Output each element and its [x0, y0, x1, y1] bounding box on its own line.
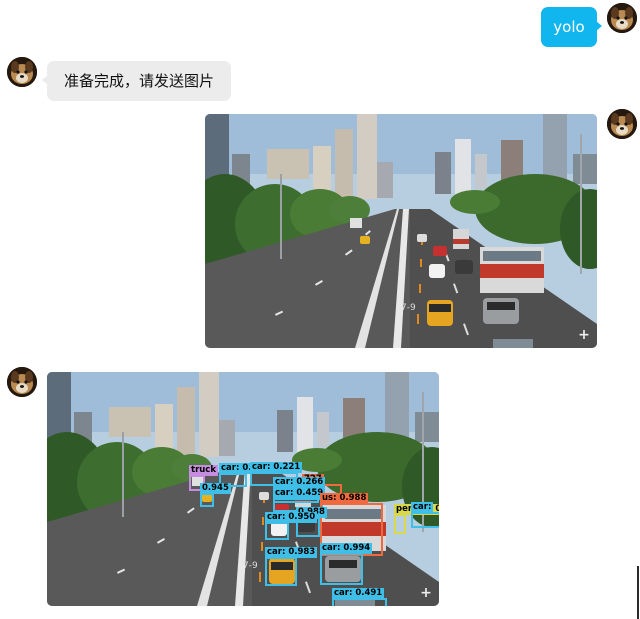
dog-avatar-icon — [607, 3, 637, 33]
detection-box: car: 0.950 — [265, 512, 318, 540]
dog-avatar-icon — [7, 367, 37, 397]
detection-box: 0.945 — [200, 483, 231, 507]
detection-label: car: 0.266 — [273, 477, 326, 488]
detection-label: car: 0.994 — [320, 543, 373, 554]
detection-label: car: 0.950 — [265, 512, 318, 523]
detection-box: car: 0.983 — [265, 547, 318, 586]
sent-image[interactable]: + — [205, 114, 597, 348]
bot-avatar[interactable] — [7, 57, 37, 87]
detection-label: car: 0. — [219, 463, 254, 474]
detection-box: car: — [411, 502, 439, 528]
detection-box: car: 0.491 — [332, 588, 387, 606]
detection-box: car: 0.994 — [320, 543, 373, 585]
user-avatar[interactable] — [607, 109, 637, 139]
street-photo-annotated — [47, 372, 439, 606]
expand-plus-icon[interactable]: + — [419, 586, 433, 600]
detection-label: car: 0.983 — [265, 547, 318, 558]
detection-box: person: 0. — [394, 504, 439, 534]
detection-label: car: 0.459 — [273, 488, 326, 499]
detection-label: car: 0.491 — [332, 588, 385, 599]
scrollbar[interactable] — [637, 566, 639, 619]
detection-label: us: 0.988 — [320, 493, 369, 504]
detection-label: 0.945 — [200, 483, 231, 494]
detection-image[interactable]: truck car: 0. car: 0.221 727 0.945 car: … — [47, 372, 439, 606]
expand-plus-icon[interactable]: + — [577, 328, 591, 342]
detection-label: truck — [189, 465, 218, 476]
dog-avatar-icon — [7, 57, 37, 87]
dog-avatar-icon — [607, 109, 637, 139]
street-photo — [205, 114, 597, 348]
bot-avatar[interactable] — [7, 367, 37, 397]
detection-label: car: 0.221 — [250, 462, 303, 473]
bot-message-bubble[interactable]: 准备完成，请发送图片 — [42, 61, 231, 101]
detection-label: car: — [411, 502, 434, 513]
user-message-bubble[interactable]: yolo — [541, 7, 602, 47]
user-avatar[interactable] — [607, 3, 637, 33]
